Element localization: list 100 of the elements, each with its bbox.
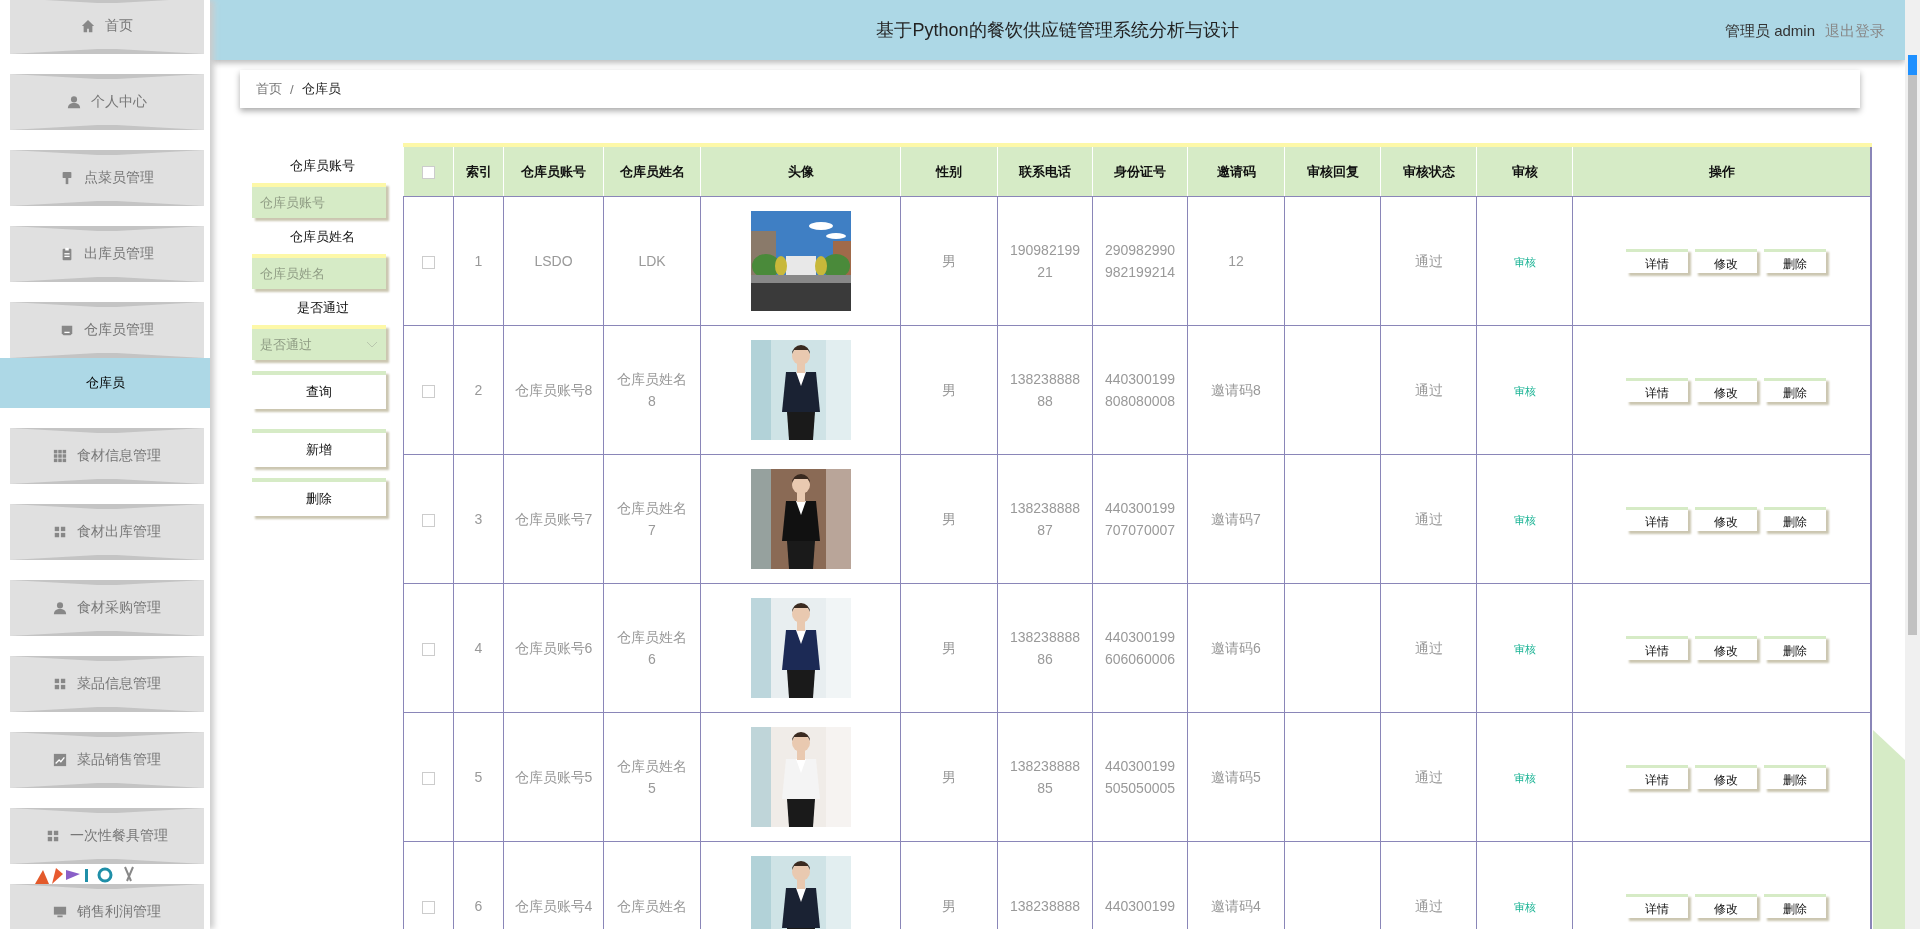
table-cell: 仓库员姓名6: [603, 583, 701, 713]
checkbox[interactable]: [422, 384, 435, 398]
checkbox[interactable]: [422, 513, 435, 527]
column-header: 头像: [700, 145, 901, 197]
menu-item[interactable]: 出库员管理: [10, 226, 204, 282]
home-icon: [81, 19, 95, 33]
checkbox[interactable]: [422, 771, 435, 785]
table-cell: 440300199505050005: [1092, 712, 1188, 842]
table-cell: 邀请码6: [1187, 583, 1285, 713]
grid-icon: [53, 525, 67, 539]
table-cell: LDK: [603, 196, 701, 326]
delete-button[interactable]: 删除: [1763, 894, 1826, 918]
breadcrumb-item[interactable]: 首页: [256, 80, 282, 98]
edit-button[interactable]: 修改: [1694, 507, 1757, 531]
chart-icon: [53, 753, 67, 767]
menu-item[interactable]: 个人中心: [10, 74, 204, 130]
field-label: 仓库员账号: [290, 157, 355, 175]
menu-item[interactable]: 首页: [10, 0, 204, 54]
menu-item[interactable]: 菜品销售管理: [10, 732, 204, 788]
details-button[interactable]: 详情: [1625, 765, 1688, 789]
checkbox[interactable]: [422, 900, 435, 914]
menu-item[interactable]: 点菜员管理: [10, 150, 204, 206]
brush-icon: [60, 171, 74, 185]
checkbox[interactable]: [422, 166, 435, 180]
menu-item[interactable]: 菜品信息管理: [10, 656, 204, 712]
input-field[interactable]: 仓库员姓名: [251, 254, 386, 289]
column-header: 仓库员账号: [503, 145, 604, 197]
delete-button[interactable]: 删除: [1763, 636, 1826, 660]
input-field[interactable]: 仓库员账号: [251, 183, 386, 218]
table-cell: 13823888886: [997, 583, 1093, 713]
delete-button[interactable]: 删除: [1763, 378, 1826, 402]
column-header: 操作: [1572, 145, 1871, 197]
edit-button[interactable]: 修改: [1694, 249, 1757, 273]
tray-icon: [60, 323, 74, 337]
details-button[interactable]: 详情: [1625, 507, 1688, 531]
table-cell: 通过: [1380, 196, 1477, 326]
breadcrumb-separator: /: [290, 81, 294, 97]
table-cell: 男: [900, 454, 998, 584]
table-cell: 仓库员姓名5: [603, 712, 701, 842]
add-button[interactable]: 新增: [251, 429, 386, 467]
checkbox[interactable]: [422, 642, 435, 656]
search-button[interactable]: 查询: [251, 371, 386, 409]
details-button[interactable]: 详情: [1625, 249, 1688, 273]
scrollbar-thumb[interactable]: [1908, 55, 1917, 635]
table-cell: 19098219921: [997, 196, 1093, 326]
table-cell: 5: [453, 712, 504, 842]
details-button[interactable]: 详情: [1625, 378, 1688, 402]
table-cell: LSDO: [503, 196, 604, 326]
monitor-icon: [53, 905, 67, 919]
table-cell: 仓库员账号8: [503, 325, 604, 455]
column-header: 联系电话: [997, 145, 1093, 197]
table-cell: 男: [900, 325, 998, 455]
details-button[interactable]: 详情: [1625, 636, 1688, 660]
table-cell: 仓库员账号6: [503, 583, 604, 713]
table-cell: 通过: [1380, 454, 1477, 584]
delete-button[interactable]: 删除: [251, 478, 386, 516]
menu-item[interactable]: 食材信息管理: [10, 428, 204, 484]
table-cell: 男: [900, 196, 998, 326]
grid-icon: [53, 449, 67, 463]
menu-item[interactable]: 食材出库管理: [10, 504, 204, 560]
table-cell: 通过: [1380, 583, 1477, 713]
column-header: 仓库员姓名: [603, 145, 701, 197]
table-cell: 男: [900, 583, 998, 713]
table-cell: 13823888885: [997, 712, 1093, 842]
menu-item[interactable]: 仓库员管理: [10, 302, 204, 358]
table-cell: 仓库员账号7: [503, 454, 604, 584]
edit-button[interactable]: 修改: [1694, 636, 1757, 660]
delete-button[interactable]: 删除: [1763, 249, 1826, 273]
column-header: 性别: [900, 145, 998, 197]
breadcrumb-item: 仓库员: [301, 80, 341, 98]
field-label: 仓库员姓名: [290, 228, 355, 246]
edit-button[interactable]: 修改: [1694, 765, 1757, 789]
column-header: 索引: [453, 145, 504, 197]
table-cell: 邀请码5: [1187, 712, 1285, 842]
table-cell: 仓库员账号5: [503, 712, 604, 842]
user-icon: [53, 601, 67, 615]
delete-button[interactable]: 删除: [1763, 507, 1826, 531]
table-cell: 440300199707070007: [1092, 454, 1188, 584]
table-cell: 邀请码7: [1187, 454, 1285, 584]
edit-button[interactable]: 修改: [1694, 378, 1757, 402]
column-header: 邀请码: [1187, 145, 1285, 197]
table-cell: 1: [453, 196, 504, 326]
clipboard-icon: [60, 247, 74, 261]
submenu-item[interactable]: 仓库员: [0, 358, 210, 408]
grid-icon: [53, 677, 67, 691]
table-cell: 仓库员姓名7: [603, 454, 701, 584]
details-button[interactable]: 详情: [1625, 894, 1688, 918]
table-cell: 13823888888: [997, 325, 1093, 455]
table-cell: 3: [453, 454, 504, 584]
checkbox[interactable]: [422, 255, 435, 269]
table-cell: 13823888887: [997, 454, 1093, 584]
table-cell: 2: [453, 325, 504, 455]
table-cell: 12: [1187, 196, 1285, 326]
menu-item[interactable]: 一次性餐具管理: [10, 808, 204, 864]
edit-button[interactable]: 修改: [1694, 894, 1757, 918]
column-header: 身份证号: [1092, 145, 1188, 197]
delete-button[interactable]: 删除: [1763, 765, 1826, 789]
column-header: 审核状态: [1380, 145, 1477, 197]
menu-item[interactable]: 食材采购管理: [10, 580, 204, 636]
table-cell: 仓库员姓名8: [603, 325, 701, 455]
